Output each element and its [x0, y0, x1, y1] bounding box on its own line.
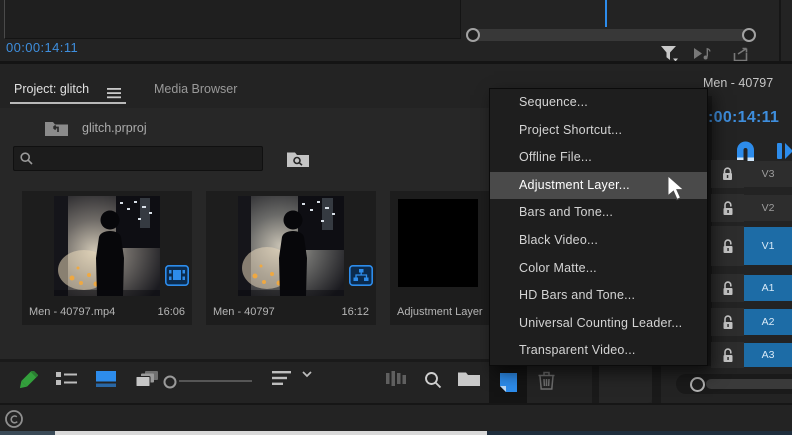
track-target-v2[interactable]: V2	[744, 195, 792, 221]
list-view-icon[interactable]	[56, 371, 77, 387]
track-target-v3[interactable]: V3	[744, 161, 792, 187]
folder-up-icon[interactable]	[44, 119, 69, 142]
zoom-scrollbar-track[interactable]	[472, 29, 748, 41]
freeform-view-icon[interactable]	[136, 371, 160, 388]
panel-divider	[592, 360, 599, 403]
playhead-line[interactable]	[605, 0, 607, 27]
sort-icon[interactable]	[272, 371, 292, 386]
project-item-sequence[interactable]: Men - 40797 16:12	[206, 191, 376, 325]
find-icon[interactable]	[424, 371, 442, 389]
mouse-cursor	[666, 175, 690, 206]
project-writable-icon[interactable]	[16, 371, 38, 392]
track-target-a1[interactable]: A1	[744, 275, 792, 301]
track-row-v1: V1	[711, 226, 792, 266]
export-icon[interactable]	[733, 47, 750, 67]
new-bin-icon[interactable]	[458, 371, 480, 386]
bottom-scrollbar-thumb[interactable]	[55, 431, 487, 435]
lock-open-icon[interactable]	[711, 308, 744, 336]
icon-view-icon[interactable]	[96, 371, 116, 387]
new-item-menu: Sequence... Project Shortcut... Offline …	[489, 88, 708, 366]
menu-item-offline-file[interactable]: Offline File...	[490, 144, 707, 172]
sequence-badge-icon	[349, 265, 373, 291]
search-icon	[20, 152, 33, 165]
zoom-slider-track[interactable]	[179, 380, 252, 382]
menu-item-black-video[interactable]: Black Video...	[490, 227, 707, 255]
timeline-bottom-left-area	[599, 366, 652, 403]
timeline-timecode[interactable]: :00:14:11	[708, 109, 779, 127]
menu-item-sequence[interactable]: Sequence...	[490, 89, 707, 117]
sequence-thumbnail	[238, 196, 344, 296]
track-target-v1[interactable]: V1	[744, 227, 792, 265]
active-tab-underline	[10, 102, 126, 104]
delete-icon[interactable]	[538, 371, 555, 390]
status-bar	[0, 403, 792, 431]
panel-divider	[652, 360, 661, 403]
lock-closed-icon[interactable]	[711, 160, 744, 188]
automate-to-sequence-icon[interactable]	[386, 371, 406, 386]
menu-item-project-shortcut[interactable]: Project Shortcut...	[490, 117, 707, 145]
lock-open-icon[interactable]	[711, 274, 744, 302]
filter-icon[interactable]	[660, 45, 679, 68]
menu-item-hd-bars-and-tone[interactable]: HD Bars and Tone...	[490, 282, 707, 310]
track-target-a3[interactable]: A3	[744, 343, 792, 367]
menu-item-transparent-video[interactable]: Transparent Video...	[490, 337, 707, 365]
track-row-v2: V2	[711, 194, 792, 222]
timeline-tab[interactable]: Men - 40797	[703, 76, 773, 90]
tab-project[interactable]: Project: glitch	[14, 82, 89, 96]
timeline-hscrollbar-bar[interactable]	[706, 379, 792, 389]
track-row-v3: V3	[711, 160, 792, 188]
clip-badge-icon	[165, 265, 189, 291]
bottom-scrollbar-right	[487, 431, 792, 435]
track-row-a1: A1	[711, 274, 792, 302]
timeline-hscrollbar-handle[interactable]	[690, 377, 705, 392]
monitor-timecode[interactable]: 00:00:14:11	[6, 40, 78, 55]
horizontal-panel-divider	[0, 61, 792, 64]
item-duration: 16:06	[157, 306, 185, 318]
adjustment-layer-thumbnail	[398, 199, 478, 287]
tab-media-browser[interactable]: Media Browser	[154, 82, 237, 96]
item-name: Men - 40797	[213, 306, 275, 318]
lock-open-icon[interactable]	[711, 226, 744, 266]
menu-item-color-matte[interactable]: Color Matte...	[490, 255, 707, 283]
zoom-scrollbar-right-handle[interactable]	[742, 28, 756, 42]
track-row-a2: A2	[711, 308, 792, 336]
item-name: Men - 40797.mp4	[29, 306, 115, 318]
item-name: Adjustment Layer	[397, 306, 483, 318]
premiere-pro-window: 00:00:14:11 Project: glitch Media Browse…	[0, 0, 792, 435]
search-box[interactable]	[13, 146, 263, 171]
zoom-scrollbar-left-handle[interactable]	[466, 28, 480, 42]
search-input[interactable]	[39, 151, 256, 167]
menu-item-universal-counting-leader[interactable]: Universal Counting Leader...	[490, 310, 707, 338]
track-row-a3: A3	[711, 342, 792, 368]
chevron-down-icon[interactable]	[302, 371, 312, 378]
lock-open-icon[interactable]	[711, 194, 744, 222]
bottom-scrollbar-left	[0, 431, 55, 435]
track-target-a2[interactable]: A2	[744, 309, 792, 335]
zoom-slider-knob[interactable]	[163, 375, 177, 394]
new-item-button[interactable]	[489, 362, 527, 403]
find-bin-icon[interactable]	[283, 147, 313, 170]
project-item-clip[interactable]: Men - 40797.mp4 16:06	[22, 191, 192, 325]
breadcrumb[interactable]: glitch.prproj	[82, 121, 147, 135]
item-duration: 16:12	[341, 306, 369, 318]
effect-controls-empty-area	[4, 0, 461, 39]
panel-divider	[779, 0, 781, 61]
clip-thumbnail	[54, 196, 160, 296]
lock-open-icon[interactable]	[711, 342, 744, 368]
